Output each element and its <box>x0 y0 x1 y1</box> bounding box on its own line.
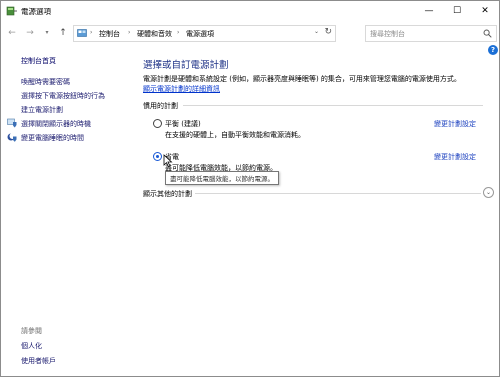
maximize-button[interactable]: ☐ <box>443 1 471 21</box>
power-saver-plan-radio[interactable] <box>153 152 162 161</box>
back-arrow-icon[interactable]: ← <box>5 26 19 40</box>
address-dropdown-chevron-icon[interactable]: ⌄ <box>314 28 319 35</box>
breadcrumb-control-panel[interactable]: 控制台 <box>99 29 120 39</box>
mouse-pointer-icon <box>163 154 173 168</box>
help-icon[interactable]: ? <box>488 45 498 55</box>
additional-plans-divider <box>195 193 481 194</box>
title-bar: 電源選項 — ☐ ✕ <box>1 1 499 22</box>
recent-locations-chevron-icon[interactable]: ▾ <box>40 26 54 40</box>
balanced-plan-description: 在支援的硬體上，自動平衡效能和電源消耗。 <box>165 131 305 139</box>
sidebar-power-button-link[interactable]: 選擇按下電源按鈕時的行為 <box>21 91 105 101</box>
search-box[interactable] <box>365 25 497 42</box>
balanced-change-settings-link[interactable]: 變更計劃設定 <box>434 119 476 129</box>
breadcrumb-power-options[interactable]: 電源選項 <box>186 29 214 39</box>
sidebar-turn-off-display-link[interactable]: 選擇關閉顯示器的時機 <box>21 119 91 129</box>
breadcrumb-separator-icon[interactable]: › <box>128 29 130 36</box>
sidebar-require-password-link[interactable]: 喚醒時需要密碼 <box>21 77 70 87</box>
section-divider <box>183 105 483 106</box>
up-arrow-icon[interactable]: ↑ <box>56 26 70 40</box>
close-button[interactable]: ✕ <box>471 1 499 21</box>
forward-arrow-icon[interactable]: → <box>23 26 37 40</box>
page-title: 選擇或自訂電源計劃 <box>143 60 229 71</box>
sidebar-create-plan-link[interactable]: 建立電源計劃 <box>21 105 63 115</box>
window-title: 電源選項 <box>21 7 51 16</box>
search-icon[interactable] <box>483 29 492 38</box>
search-input[interactable] <box>370 28 478 39</box>
expand-chevron-icon[interactable]: ⌄ <box>483 187 494 198</box>
sidebar-change-sleep-link[interactable]: 變更電腦睡眠的時間 <box>21 133 84 143</box>
description-text: 電源計劃是硬體和系統設定 (例如，顯示器亮度與睡眠等) 的集合，可用來管理您電腦… <box>143 75 461 83</box>
refresh-icon[interactable]: ↻ <box>324 27 332 37</box>
plan-details-link[interactable]: 顯示電源計劃的詳細資訊 <box>143 85 220 93</box>
address-bar[interactable]: › 控制台 › 硬體和音效 › 電源選項 ⌄ ↻ <box>73 25 336 42</box>
display-shield-icon <box>7 118 17 128</box>
sidebar: 控制台首頁 喚醒時需要密碼 選擇按下電源按鈕時的行為 建立電源計劃 選擇關閉顯示… <box>1 46 131 376</box>
balanced-plan-radio[interactable] <box>153 119 162 128</box>
see-also-user-accounts-link[interactable]: 使用者帳戶 <box>21 356 56 366</box>
control-panel-icon <box>77 29 87 37</box>
breadcrumb-separator-icon[interactable]: › <box>177 29 179 36</box>
page-description: 電源計劃是硬體和系統設定 (例如，顯示器亮度與睡眠等) 的集合，可用來管理您電腦… <box>143 74 488 94</box>
see-also-heading: 請參閱 <box>21 327 42 335</box>
power-options-app-icon <box>6 6 17 16</box>
balanced-plan-name[interactable]: 平衡 (建議) <box>165 119 201 129</box>
plan-tooltip: 盡可能降低電腦效能，以節約電源。 <box>165 171 279 185</box>
moon-shield-icon <box>7 133 17 142</box>
breadcrumb-hardware-sound[interactable]: 硬體和音效 <box>137 29 172 39</box>
minimize-button[interactable]: — <box>415 1 443 21</box>
navigation-bar: ← → ▾ ↑ › 控制台 › 硬體和音效 › 電源選項 ⌄ ↻ <box>1 22 499 46</box>
breadcrumb-separator-icon[interactable]: › <box>90 29 92 36</box>
see-also-personalization-link[interactable]: 個人化 <box>21 341 42 351</box>
power-saver-change-settings-link[interactable]: 變更計劃設定 <box>434 152 476 162</box>
preferred-plans-heading: 慣用的計劃 <box>143 102 178 110</box>
show-additional-plans-label[interactable]: 顯示其他的計劃 <box>143 189 192 199</box>
sidebar-control-panel-home-link[interactable]: 控制台首頁 <box>21 56 56 66</box>
power-options-window: 電源選項 — ☐ ✕ ← → ▾ ↑ › 控制台 › 硬體和音效 › 電源選項 … <box>0 0 500 377</box>
